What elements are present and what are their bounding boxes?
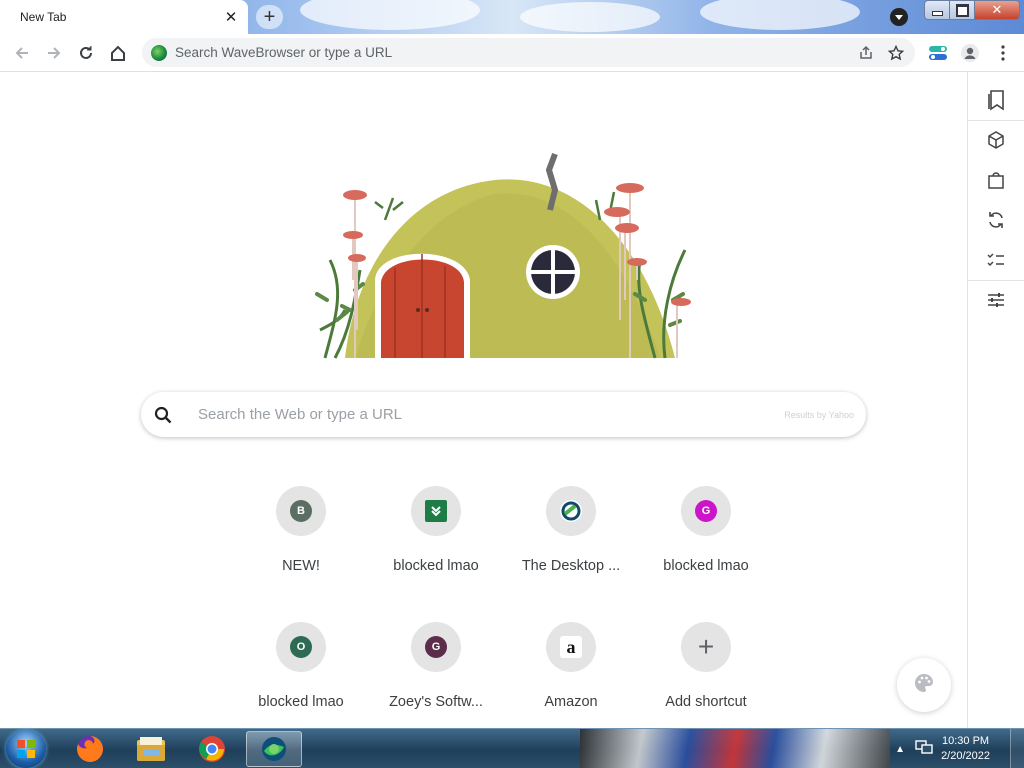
- shortcut-label: Add shortcut: [665, 694, 747, 710]
- new-tab-button[interactable]: +: [256, 5, 283, 29]
- hobbit-house-illustration: [315, 150, 695, 360]
- package-icon[interactable]: [984, 128, 1008, 152]
- clock-time: 10:30 PM: [941, 735, 990, 747]
- bookmarks-icon[interactable]: [984, 88, 1008, 112]
- tab-title: New Tab: [20, 10, 67, 24]
- shortcut-favicon-icon: G: [695, 500, 717, 522]
- desktop-wallpaper-strip: [580, 729, 890, 768]
- shortcut-label: The Desktop ...: [521, 558, 621, 574]
- sky-cloud: [520, 2, 660, 32]
- shortcut-favicon-icon: G: [425, 636, 447, 658]
- desktop-site-favicon-icon: [560, 500, 582, 522]
- shortcut-icon-circle: O: [276, 622, 326, 672]
- shortcut-tile[interactable]: a Amazon: [515, 622, 627, 732]
- taskbar-firefox-icon[interactable]: [62, 731, 118, 767]
- side-panel-divider: [968, 280, 1024, 281]
- side-panel-divider: [968, 120, 1024, 121]
- tab-search-icon[interactable]: [890, 8, 908, 26]
- side-panel: [967, 72, 1024, 728]
- windows-taskbar: ▲ 10:30 PM 2/20/2022: [0, 728, 1024, 768]
- results-by-label: Results by Yahoo: [784, 409, 854, 420]
- customize-theme-button[interactable]: [897, 658, 951, 712]
- shortcut-label: Zoey's Softw...: [389, 694, 483, 710]
- shortcut-label: Amazon: [544, 694, 598, 710]
- wavebrowser-logo-icon: [151, 44, 167, 61]
- profile-avatar-icon[interactable]: [957, 40, 983, 66]
- sky-cloud: [300, 0, 480, 30]
- share-icon[interactable]: [855, 42, 877, 64]
- forward-icon[interactable]: [41, 40, 67, 66]
- search-icon: [153, 405, 173, 425]
- close-window-button[interactable]: ✕: [974, 0, 1020, 20]
- shortcut-icon-circle: [411, 486, 461, 536]
- address-bar[interactable]: Search WaveBrowser or type a URL: [142, 38, 915, 67]
- close-tab-icon[interactable]: ✕: [222, 8, 240, 26]
- sliders-icon[interactable]: [984, 288, 1008, 312]
- tab-strip: New Tab ✕ + ✕: [0, 0, 1024, 34]
- download-favicon-icon: [425, 500, 447, 522]
- shortcut-label: blocked lmao: [258, 694, 344, 710]
- browser-toolbar: Search WaveBrowser or type a URL: [0, 34, 1024, 72]
- system-tray: ▲ 10:30 PM 2/20/2022: [895, 729, 1024, 768]
- minimize-button[interactable]: [924, 0, 950, 20]
- system-clock[interactable]: 10:30 PM 2/20/2022: [941, 734, 990, 764]
- start-button[interactable]: [6, 730, 46, 768]
- shortcut-label: NEW!: [282, 558, 320, 574]
- reload-icon[interactable]: [73, 40, 99, 66]
- palette-icon: [913, 672, 935, 699]
- extension-toggle-icon[interactable]: [925, 40, 951, 66]
- taskbar-wavebrowser-icon[interactable]: [246, 731, 302, 767]
- active-tab[interactable]: New Tab ✕: [0, 0, 248, 34]
- shortcut-label: blocked lmao: [393, 558, 479, 574]
- shortcut-icon-circle: G: [411, 622, 461, 672]
- shortcut-icon-circle: a: [546, 622, 596, 672]
- shortcut-icon-circle: +: [681, 622, 731, 672]
- shortcut-tile[interactable]: The Desktop ...: [515, 486, 627, 596]
- shortcut-icon-circle: B: [276, 486, 326, 536]
- shortcut-tile[interactable]: Oblocked lmao: [245, 622, 357, 732]
- shortcut-icon-circle: G: [681, 486, 731, 536]
- shortcut-label: blocked lmao: [663, 558, 749, 574]
- home-icon[interactable]: [105, 40, 131, 66]
- add-shortcut-tile[interactable]: + Add shortcut: [650, 622, 762, 732]
- back-icon[interactable]: [9, 40, 35, 66]
- amazon-favicon-icon: a: [560, 636, 582, 658]
- tray-arrow-icon[interactable]: ▲: [895, 744, 905, 755]
- checklist-icon[interactable]: [984, 248, 1008, 272]
- shortcut-tile[interactable]: B NEW!: [245, 486, 357, 596]
- shortcut-tile[interactable]: blocked lmao: [380, 486, 492, 596]
- shortcut-icon-circle: [546, 486, 596, 536]
- shopping-bag-icon[interactable]: [984, 168, 1008, 192]
- bookmark-star-icon[interactable]: [885, 42, 907, 64]
- web-search-box[interactable]: Search the Web or type a URL Results by …: [141, 392, 866, 437]
- network-icon[interactable]: [915, 739, 933, 760]
- clock-date: 2/20/2022: [941, 750, 990, 762]
- address-bar-placeholder: Search WaveBrowser or type a URL: [175, 45, 393, 60]
- shortcut-favicon-icon: O: [290, 636, 312, 658]
- shortcut-tile[interactable]: G Zoey's Softw...: [380, 622, 492, 732]
- plus-icon: +: [697, 631, 715, 662]
- refresh-icon[interactable]: [984, 208, 1008, 232]
- shortcut-tile[interactable]: Gblocked lmao: [650, 486, 762, 596]
- shortcut-favicon-icon: B: [290, 500, 312, 522]
- menu-kebab-icon[interactable]: [990, 40, 1016, 66]
- taskbar-explorer-icon[interactable]: [123, 731, 179, 767]
- sky-cloud: [700, 0, 860, 30]
- maximize-button[interactable]: [949, 0, 975, 20]
- show-desktop-button[interactable]: [1010, 729, 1024, 768]
- search-placeholder: Search the Web or type a URL: [198, 406, 402, 423]
- taskbar-chrome-icon[interactable]: [184, 731, 240, 767]
